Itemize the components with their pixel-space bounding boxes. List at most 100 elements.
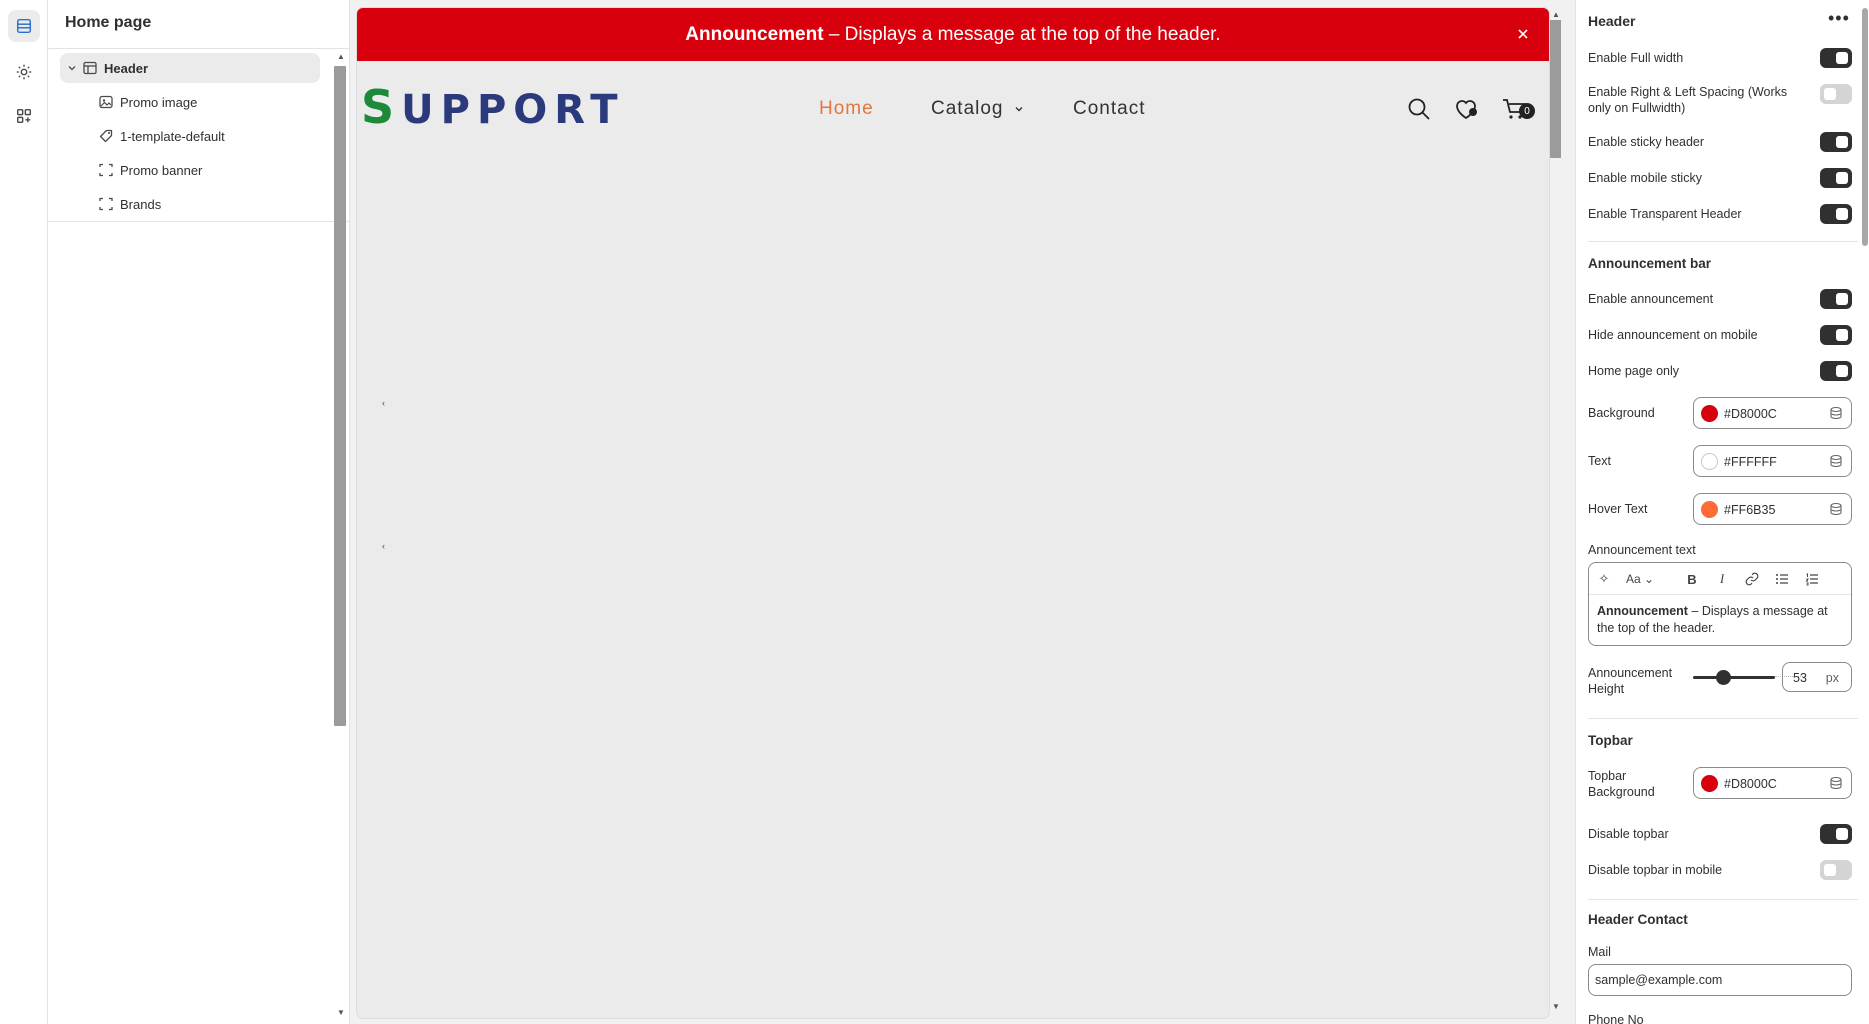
color-swatch[interactable] xyxy=(1701,405,1718,422)
hex-value: #D8000C xyxy=(1724,777,1777,791)
close-icon[interactable] xyxy=(1513,24,1533,44)
settings-title: Header xyxy=(1588,13,1636,29)
scroll-up-arrow[interactable]: ▲ xyxy=(337,52,345,61)
height-slider-thumb[interactable] xyxy=(1716,670,1731,685)
color-label: Hover Text xyxy=(1588,502,1648,516)
chevron-down-icon[interactable] xyxy=(66,62,78,74)
chevron-down-icon xyxy=(1015,106,1023,112)
field-label: Announcement Height xyxy=(1588,666,1673,696)
editor-toolbar: ✧ Aa ⌄ B I xyxy=(1589,563,1851,595)
announcement-text: Announcement – Displays a message at the… xyxy=(685,23,1221,45)
sticky-header-toggle[interactable] xyxy=(1820,132,1852,152)
transparent-header-toggle[interactable] xyxy=(1820,204,1852,224)
divider xyxy=(1588,718,1858,719)
hover-text-color-field[interactable]: #FF6B35 xyxy=(1693,493,1852,525)
background-color-field[interactable]: #D8000C xyxy=(1693,397,1852,429)
toggle-label: Disable topbar xyxy=(1588,827,1669,841)
sidebar-item-label: Header xyxy=(104,61,149,76)
page-title: Home page xyxy=(65,14,152,31)
sidebar-item-template-default[interactable]: 1-template-default xyxy=(60,121,320,151)
field-label: Phone No xyxy=(1588,1013,1644,1024)
search-icon[interactable] xyxy=(1406,96,1432,122)
database-icon[interactable] xyxy=(1829,776,1843,790)
header-layout-icon xyxy=(83,61,97,75)
tag-icon xyxy=(99,129,113,143)
section-frame-icon xyxy=(99,163,113,177)
sidebar-item-promo-image[interactable]: Promo image xyxy=(60,87,320,117)
color-label: Topbar Background xyxy=(1588,769,1655,799)
sidebar-item-promo-banner[interactable]: Promo banner xyxy=(60,155,320,185)
field-label: Announcement text xyxy=(1588,543,1696,557)
apps-icon[interactable] xyxy=(8,100,40,132)
hide-announcement-mobile-toggle[interactable] xyxy=(1820,325,1852,345)
divider xyxy=(1588,899,1858,900)
topbar-background-field[interactable]: #D8000C xyxy=(1693,767,1852,799)
section-heading: Topbar xyxy=(1588,733,1633,748)
toggle-label: Enable mobile sticky xyxy=(1588,171,1702,185)
section-frame-icon xyxy=(99,197,113,211)
wishlist-icon[interactable] xyxy=(1453,96,1479,122)
carousel-prev-icon[interactable]: ‹ xyxy=(382,398,386,408)
scroll-down-arrow[interactable]: ▼ xyxy=(1552,1002,1560,1011)
sections-icon[interactable] xyxy=(8,10,40,42)
home-page-only-toggle[interactable] xyxy=(1820,361,1852,381)
toggle-label: Enable Right & Left Spacing (Works only … xyxy=(1588,85,1788,115)
gear-icon[interactable] xyxy=(8,56,40,88)
numbered-list-icon[interactable] xyxy=(1803,570,1821,588)
italic-icon[interactable]: I xyxy=(1713,570,1731,588)
sidebar-scrollbar[interactable] xyxy=(334,66,346,726)
text-color-field[interactable]: #FFFFFF xyxy=(1693,445,1852,477)
divider xyxy=(48,221,349,222)
database-icon[interactable] xyxy=(1829,502,1843,516)
settings-scrollbar[interactable] xyxy=(1862,8,1868,246)
sections-sidebar: Home page Header Promo image 1-template-… xyxy=(48,0,350,1024)
height-input[interactable]: 53 px xyxy=(1782,662,1852,692)
field-label: Mail xyxy=(1588,945,1611,959)
full-width-toggle[interactable] xyxy=(1820,48,1852,68)
hex-value: #FFFFFF xyxy=(1724,455,1777,469)
carousel-next-icon[interactable]: ‹ xyxy=(382,541,386,551)
nav-contact[interactable]: Contact xyxy=(1073,98,1145,120)
side-spacing-toggle[interactable] xyxy=(1820,84,1852,104)
bold-icon[interactable]: B xyxy=(1683,570,1701,588)
disable-topbar-mobile-toggle[interactable] xyxy=(1820,860,1852,880)
color-label: Background xyxy=(1588,406,1655,420)
toggle-label: Enable Transparent Header xyxy=(1588,207,1742,221)
more-options-icon[interactable]: ••• xyxy=(1828,8,1850,29)
announcement-text-editor[interactable]: ✧ Aa ⌄ B I Announcement – Displays a mes… xyxy=(1588,562,1852,646)
section-heading: Header Contact xyxy=(1588,912,1688,927)
magic-icon[interactable]: ✧ xyxy=(1595,570,1613,588)
toggle-label: Enable announcement xyxy=(1588,292,1714,306)
bullet-list-icon[interactable] xyxy=(1773,570,1791,588)
disable-topbar-toggle[interactable] xyxy=(1820,824,1852,844)
divider xyxy=(48,48,349,49)
text-style-icon[interactable]: Aa ⌄ xyxy=(1625,570,1655,588)
hex-value: #FF6B35 xyxy=(1724,503,1776,517)
hex-value: #D8000C xyxy=(1724,407,1777,421)
color-swatch[interactable] xyxy=(1701,501,1718,518)
scroll-up-arrow[interactable]: ▲ xyxy=(1552,10,1560,19)
scroll-down-arrow[interactable]: ▼ xyxy=(337,1008,345,1017)
height-slider-track[interactable] xyxy=(1693,676,1775,679)
mail-input[interactable]: sample@example.com xyxy=(1588,964,1852,996)
color-swatch[interactable] xyxy=(1701,453,1718,470)
preview-scrollbar[interactable] xyxy=(1550,20,1561,158)
sidebar-item-label: Promo banner xyxy=(120,163,203,178)
mobile-sticky-toggle[interactable] xyxy=(1820,168,1852,188)
database-icon[interactable] xyxy=(1829,454,1843,468)
divider xyxy=(1588,241,1858,242)
store-logo[interactable]: SUPPORT xyxy=(361,80,625,134)
enable-announcement-toggle[interactable] xyxy=(1820,289,1852,309)
nav-home[interactable]: Home xyxy=(819,98,874,120)
announcement-bar[interactable]: Announcement – Displays a message at the… xyxy=(357,8,1549,61)
sidebar-item-header[interactable]: Header xyxy=(60,53,320,83)
database-icon[interactable] xyxy=(1829,406,1843,420)
editor-content[interactable]: Announcement – Displays a message at the… xyxy=(1597,603,1843,637)
nav-catalog[interactable]: Catalog xyxy=(931,98,1024,120)
sidebar-item-brands[interactable]: Brands xyxy=(60,189,320,219)
toggle-label: Hide announcement on mobile xyxy=(1588,328,1758,342)
toggle-label: Enable Full width xyxy=(1588,51,1684,65)
link-icon[interactable] xyxy=(1743,570,1761,588)
color-swatch[interactable] xyxy=(1701,775,1718,792)
cart-count-badge: 0 xyxy=(1519,103,1535,119)
